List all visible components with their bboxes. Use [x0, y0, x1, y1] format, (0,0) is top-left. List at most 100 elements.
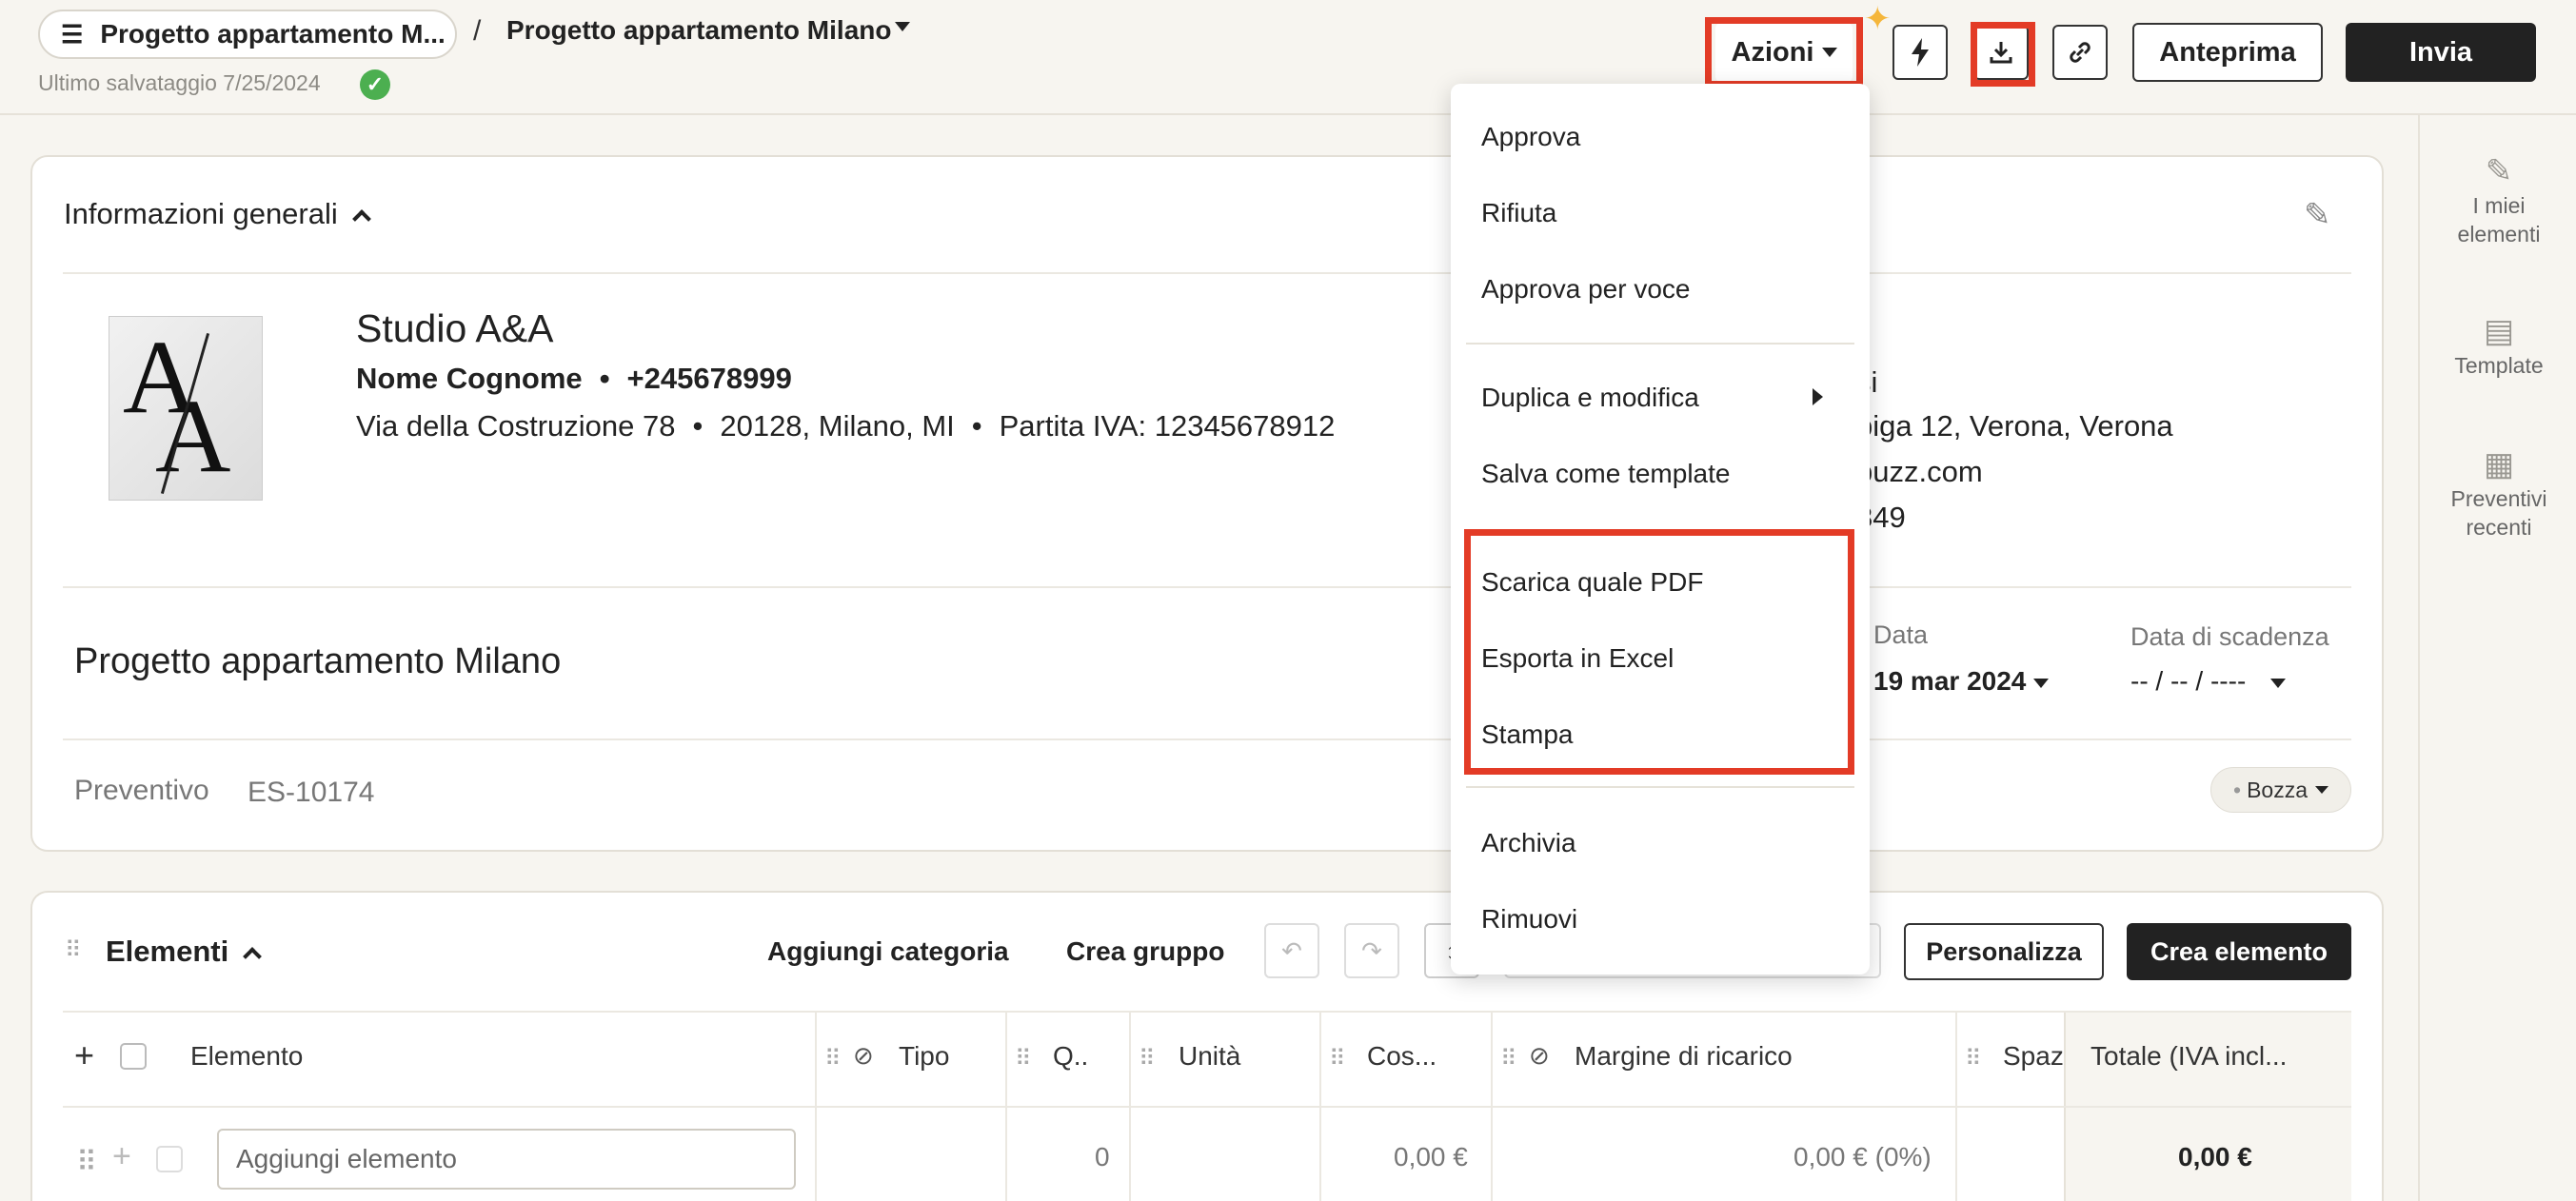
column-header-element[interactable]: Elemento	[190, 1041, 303, 1072]
caret-down-icon	[2033, 678, 2050, 688]
link-icon	[2070, 42, 2091, 63]
menu-divider	[1466, 786, 1854, 788]
caret-down-icon	[2315, 786, 2328, 794]
contact-name: Nome Cognome	[356, 362, 583, 395]
column-header-type[interactable]: Tipo	[899, 1041, 949, 1072]
column-header-unit[interactable]: Unità	[1179, 1041, 1240, 1072]
general-info-title[interactable]: Informazioni generali	[64, 197, 371, 231]
divider	[63, 586, 2351, 588]
vat-number: Partita IVA: 12345678912	[999, 409, 1336, 443]
eye-off-icon[interactable]: ⊘	[1529, 1041, 1550, 1071]
date-label: Data	[1873, 620, 1929, 649]
project-pill-label: Progetto appartamento M...	[100, 19, 446, 49]
add-category-button[interactable]: Aggiungi categoria	[767, 936, 1009, 967]
chevron-right-icon	[1813, 388, 1823, 405]
project-title[interactable]: Progetto appartamento Milano	[74, 641, 561, 682]
status-badge[interactable]: • Bozza	[2210, 767, 2351, 813]
add-row-icon[interactable]: +	[112, 1138, 131, 1175]
column-drag-icon[interactable]: ⠿	[1329, 1045, 1346, 1073]
elements-title[interactable]: Elementi	[106, 935, 263, 969]
column-drag-icon[interactable]: ⠿	[1500, 1045, 1517, 1073]
edit-pencil-icon[interactable]: ✎	[2304, 196, 2331, 234]
menu-item-archive[interactable]: Archivia	[1481, 828, 1576, 858]
highlight-box-export-group	[1464, 529, 1854, 775]
chevron-up-icon	[351, 209, 371, 228]
add-row-icon[interactable]: +	[74, 1035, 94, 1075]
drag-handle-icon[interactable]: ⠿	[65, 936, 82, 964]
client-line-3: buzz.com	[1856, 455, 1983, 488]
row-cost[interactable]: 0,00 €	[1394, 1142, 1468, 1172]
column-drag-icon[interactable]: ⠿	[1015, 1045, 1032, 1073]
project-menu-pill[interactable]: ☰ Progetto appartamento M...	[38, 10, 457, 59]
redo-icon: ↷	[1361, 935, 1382, 965]
calculator-icon: ▦	[2483, 446, 2515, 482]
undo-icon: ↶	[1281, 935, 1302, 965]
lightning-icon	[1912, 38, 1929, 67]
sidebar-item-my-elements[interactable]: ✎ I miei elementi	[2420, 155, 2576, 248]
column-drag-icon[interactable]: ⠿	[1139, 1045, 1156, 1073]
customize-button[interactable]: Personalizza	[1904, 923, 2104, 980]
column-header-markup[interactable]: Margine di ricarico	[1575, 1041, 1793, 1072]
menu-item-save-template[interactable]: Salva come template	[1481, 459, 1730, 489]
column-header-space[interactable]: Spaz	[2003, 1041, 2064, 1072]
general-info-card	[30, 155, 2384, 852]
caret-down-icon	[2270, 678, 2287, 688]
city: 20128, Milano, MI	[720, 409, 955, 443]
company-name: Studio A&A	[356, 306, 554, 350]
sparkle-icon: ✦	[1864, 1, 1892, 37]
row-qty[interactable]: 0	[1095, 1142, 1110, 1172]
breadcrumb-separator: /	[473, 15, 482, 47]
menu-item-reject[interactable]: Rifiuta	[1481, 198, 1556, 228]
column-header-qty[interactable]: Q..	[1053, 1041, 1088, 1072]
row-markup[interactable]: 0,00 € (0%)	[1793, 1142, 1932, 1172]
menu-divider	[1466, 343, 1854, 345]
select-all-checkbox[interactable]	[120, 1043, 147, 1070]
last-saved-text: Ultimo salvataggio 7/25/2024	[38, 70, 321, 95]
undo-button[interactable]: ↶	[1264, 923, 1319, 978]
address-line: Via della Costruzione 78 • 20128, Milano, …	[356, 409, 1336, 443]
check-icon: ✓	[360, 69, 390, 100]
automation-button[interactable]	[1892, 25, 1948, 80]
street: Via della Costruzione 78	[356, 409, 676, 443]
link-button[interactable]	[2052, 25, 2108, 80]
divider	[63, 1106, 2351, 1108]
chevron-down-icon[interactable]	[895, 22, 910, 31]
menu-item-remove[interactable]: Rimuovi	[1481, 904, 1577, 935]
due-date-picker[interactable]: -- / -- / ----	[2130, 666, 2287, 697]
client-line-2: pigа 12, Verona, Verona	[1856, 409, 2173, 443]
column-header-cost[interactable]: Cos...	[1367, 1041, 1437, 1072]
company-logo: AA	[109, 316, 263, 501]
chevron-up-icon	[243, 947, 263, 966]
column-drag-icon[interactable]: ⠿	[1965, 1045, 1982, 1073]
add-element-input[interactable]: Aggiungi elemento	[217, 1129, 796, 1190]
create-element-button[interactable]: Crea elemento	[2127, 923, 2351, 980]
date-picker[interactable]: 19 mar 2024	[1873, 666, 2050, 697]
redo-button[interactable]: ↷	[1344, 923, 1399, 978]
divider	[63, 738, 2351, 740]
sidebar-item-templates[interactable]: ▤ Template	[2420, 315, 2576, 380]
due-date-label: Data di scadenza	[2130, 622, 2329, 651]
row-total: 0,00 €	[2178, 1142, 2252, 1171]
divider	[63, 1011, 2351, 1013]
contact-phone: +245678999	[626, 362, 792, 395]
row-drag-icon[interactable]: ⠿	[76, 1146, 97, 1179]
contact-line: Nome Cognome • +245678999	[356, 362, 792, 395]
sidebar-item-recent-quotes[interactable]: ▦ Preventivi recenti	[2420, 446, 2576, 541]
breadcrumb-current[interactable]: Progetto appartamento Milano	[506, 15, 891, 46]
divider	[63, 272, 2351, 274]
eye-off-icon[interactable]: ⊘	[853, 1041, 874, 1071]
menu-item-approve-by-item[interactable]: Approva per voce	[1481, 274, 1690, 305]
hamburger-icon: ☰	[61, 19, 84, 49]
row-checkbox[interactable]	[156, 1146, 183, 1172]
column-header-total[interactable]: Totale (IVA incl...	[2091, 1041, 2287, 1072]
right-sidebar: ✎ I miei elementi ▤ Template ▦ Preventiv…	[2418, 115, 2576, 1201]
doc-number[interactable]: ES-10174	[248, 777, 374, 809]
highlight-box-download	[1971, 22, 2035, 87]
create-group-button[interactable]: Crea gruppo	[1066, 936, 1224, 967]
menu-item-approve[interactable]: Approva	[1481, 122, 1580, 152]
preview-button[interactable]: Anteprima	[2132, 23, 2323, 82]
send-button[interactable]: Invia	[2346, 23, 2536, 82]
doc-type-label: Preventivo	[74, 775, 209, 806]
column-drag-icon[interactable]: ⠿	[824, 1045, 842, 1073]
menu-item-duplicate[interactable]: Duplica e modifica	[1481, 383, 1699, 413]
